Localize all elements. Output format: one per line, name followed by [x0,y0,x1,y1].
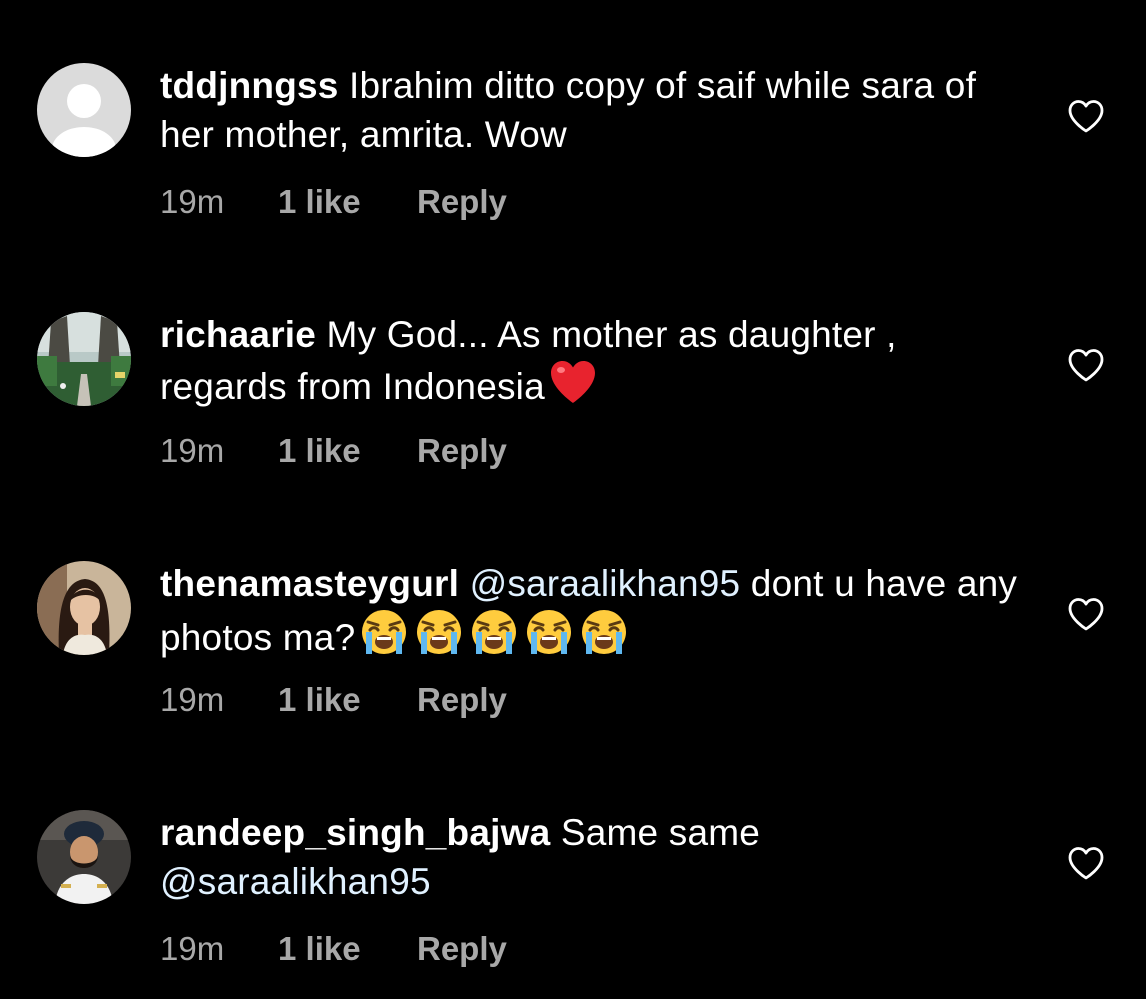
likes-count[interactable]: 1 like [278,680,417,720]
username[interactable]: tddjnngss [160,65,339,106]
mention-link[interactable]: @saraalikhan95 [160,861,431,902]
like-heart-icon[interactable] [1066,97,1106,137]
avatar[interactable] [37,561,131,655]
comment-body: Same same [550,812,761,853]
reply-button[interactable]: Reply [417,431,507,471]
likes-count[interactable]: 1 like [278,182,417,222]
comment-item: randeep_singh_bajwa Same same @saraalikh… [0,747,1146,996]
avatar[interactable] [37,810,131,904]
likes-count[interactable]: 1 like [278,431,417,471]
crying-face-emoji [362,610,407,654]
man-photo [37,810,131,904]
timestamp: 19m [160,432,225,469]
timestamp: 19m [160,681,225,718]
comment-item: richaarie My God... As mother as daughte… [0,249,1146,498]
crying-face-emoji [417,610,462,654]
like-heart-icon[interactable] [1066,346,1106,386]
username[interactable]: richaarie [160,314,316,355]
crying-face-emoji [582,610,627,654]
timestamp: 19m [160,183,225,220]
reply-button[interactable]: Reply [417,680,507,720]
comment-item: tddjnngss Ibrahim ditto copy of saif whi… [0,0,1146,249]
comment-text: randeep_singh_bajwa Same same @saraalikh… [160,808,1020,906]
comment-meta: 19m 1 like Reply [160,182,507,222]
likes-count[interactable]: 1 like [278,929,417,969]
reply-button[interactable]: Reply [417,929,507,969]
reply-button[interactable]: Reply [417,182,507,222]
comment-meta: 19m 1 like Reply [160,929,507,969]
crying-face-emoji [472,610,517,654]
mention-link[interactable]: @saraalikhan95 [459,563,741,604]
comment-text: thenamasteygurl @saraalikhan95 dont u ha… [160,559,1020,662]
username[interactable]: randeep_singh_bajwa [160,812,550,853]
red-heart-emoji [550,361,595,403]
comment-text: tddjnngss Ibrahim ditto copy of saif whi… [160,61,1020,159]
username[interactable]: thenamasteygurl [160,563,459,604]
crying-face-emoji [527,610,572,654]
comment-text: richaarie My God... As mother as daughte… [160,310,1020,411]
like-heart-icon[interactable] [1066,595,1106,635]
like-heart-icon[interactable] [1066,844,1106,884]
avatar[interactable] [37,312,131,406]
timestamp: 19m [160,930,225,967]
gate-photo [37,312,131,406]
avatar[interactable] [37,63,131,157]
comment-meta: 19m 1 like Reply [160,680,507,720]
default-profile-icon [37,63,131,157]
comment-item: thenamasteygurl @saraalikhan95 dont u ha… [0,498,1146,747]
comment-meta: 19m 1 like Reply [160,431,507,471]
woman-photo [37,561,131,655]
